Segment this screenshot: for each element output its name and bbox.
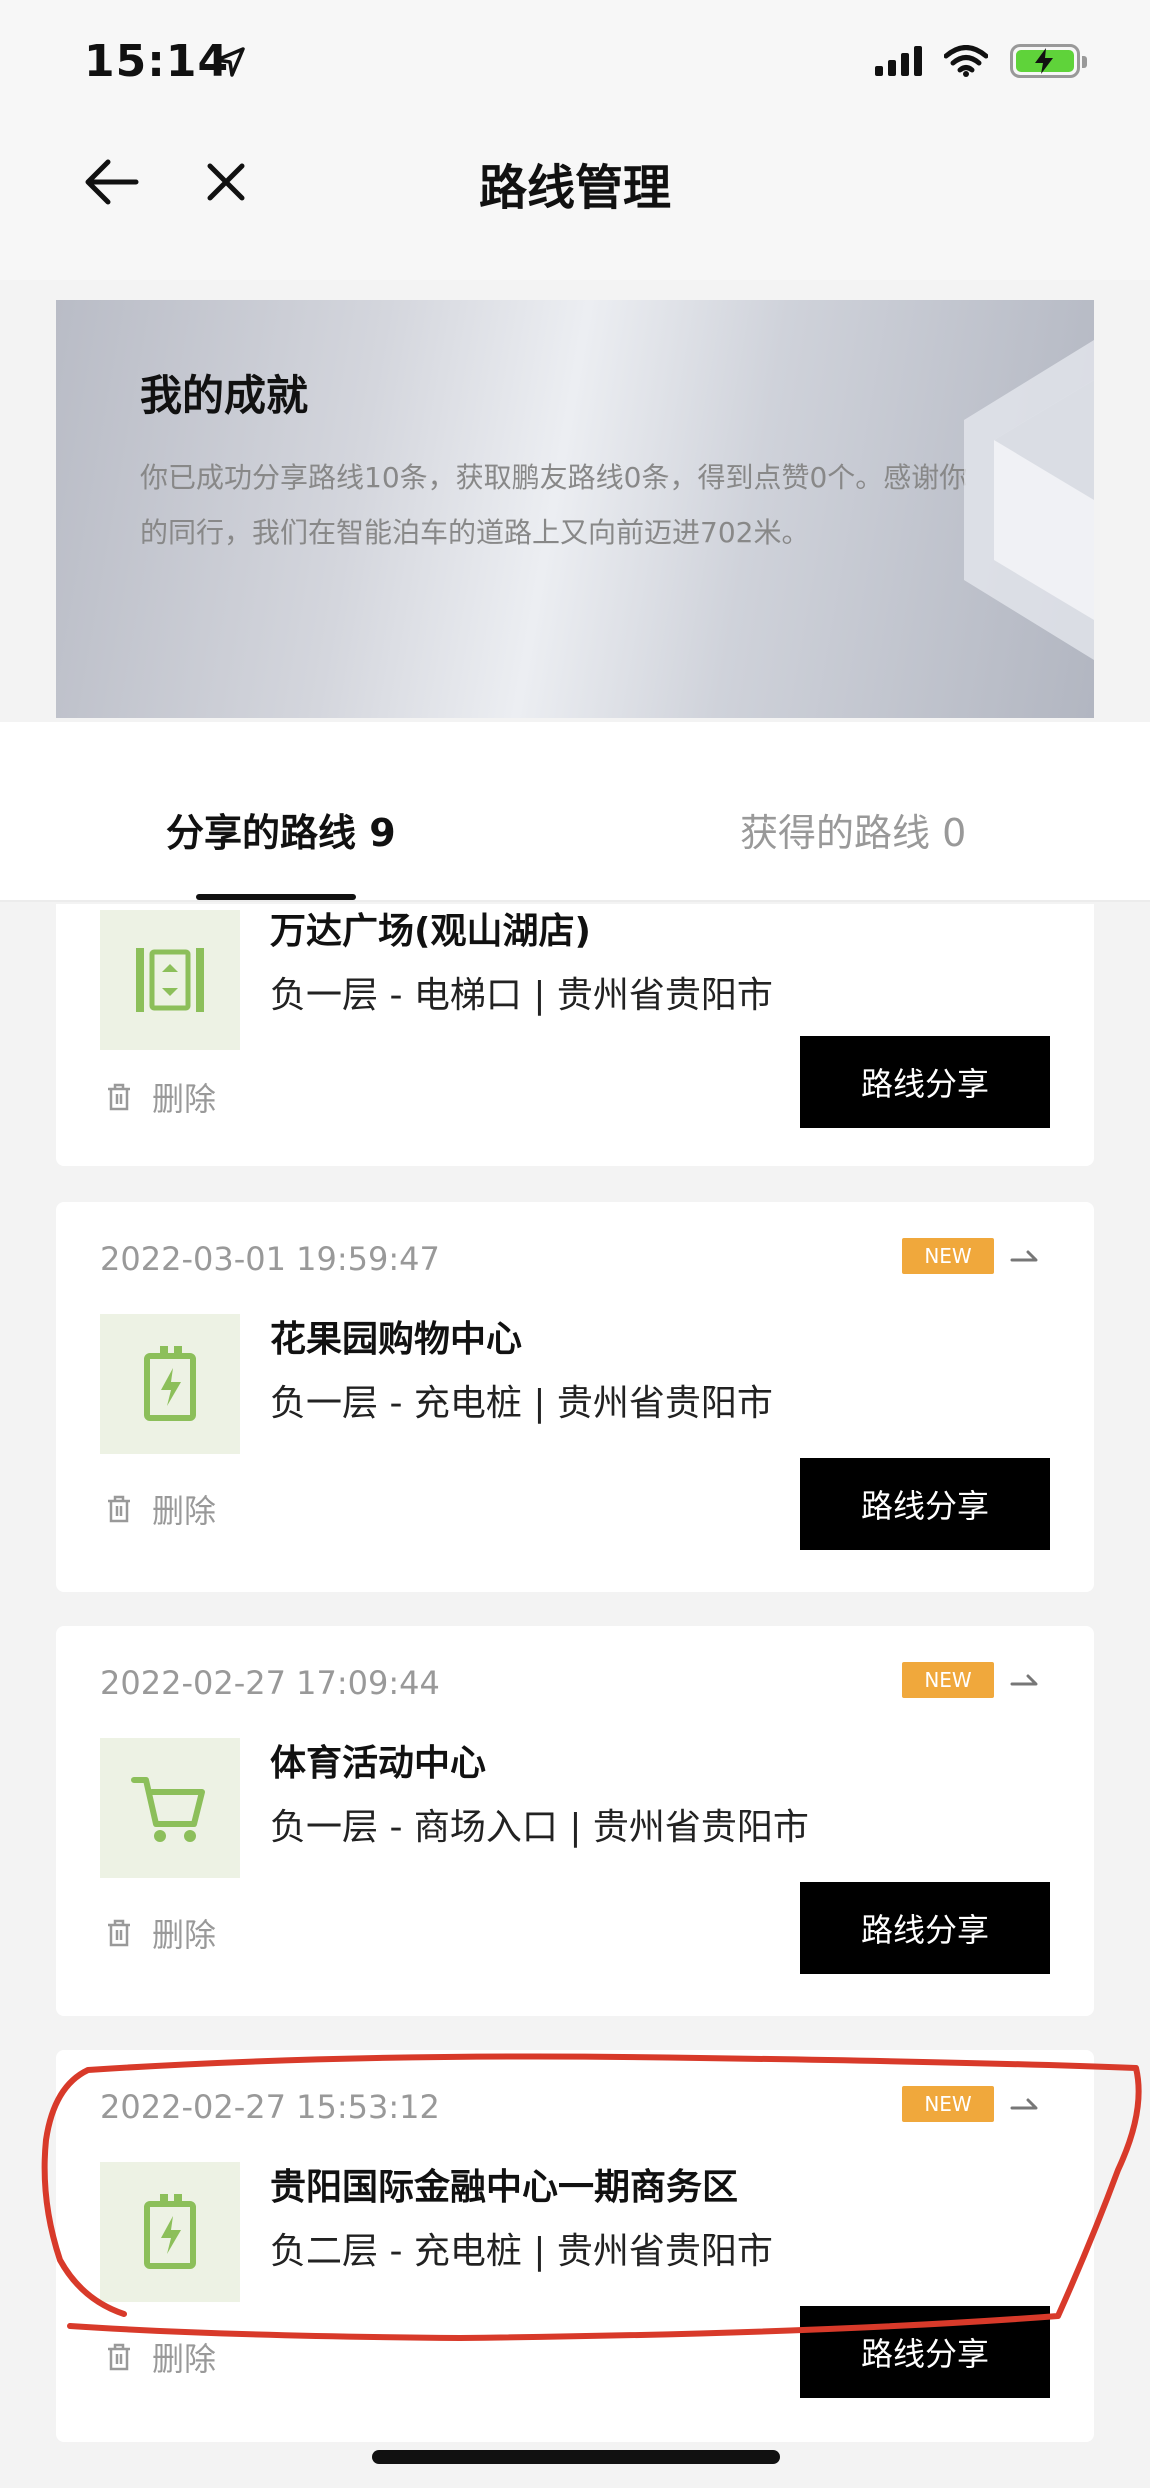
route-date: 2022-02-27 15:53:12 (100, 2088, 440, 2126)
route-card: 2022-02-27 17:09:44 NEW 体育活动中心 负一层 - 商场入… (56, 1626, 1094, 2016)
new-badge: NEW (902, 2086, 994, 2122)
trash-icon (108, 1083, 130, 1111)
cellular-signal-icon (875, 46, 922, 76)
route-thumbnail (100, 910, 240, 1050)
nav-bar: 路线管理 (0, 130, 1150, 280)
route-card: 2022-02-27 15:53:12 NEW 贵阳国际金融中心一期商务区 负二… (56, 2050, 1094, 2442)
home-indicator (372, 2450, 780, 2464)
trash-icon (108, 2343, 130, 2371)
delete-label: 删除 (152, 2340, 217, 2378)
route-detail: 负二层 - 充电桩 | 贵州省贵阳市 (270, 2231, 773, 2272)
status-bar: 15:14 (0, 0, 1150, 130)
cart-icon (131, 1777, 205, 1842)
charging-pile-icon (144, 1346, 196, 1421)
charging-pile-icon (144, 2194, 196, 2269)
route-place-name: 体育活动中心 (270, 1743, 487, 1784)
arrow-right-icon[interactable] (1010, 1246, 1040, 1266)
status-time: 15:14 (84, 36, 230, 87)
arrow-right-icon[interactable] (1010, 1670, 1040, 1690)
route-share-button[interactable]: 路线分享 (800, 1036, 1050, 1128)
battery-icon (1010, 44, 1087, 78)
delete-label: 删除 (152, 1080, 217, 1118)
arrow-right-icon[interactable] (1010, 2094, 1040, 2114)
route-card: 万达广场(观山湖店) 负一层 - 电梯口 | 贵州省贵阳市 删除 路线分享 (56, 904, 1094, 1166)
route-place-name: 万达广场(观山湖店) (270, 911, 591, 952)
route-share-button[interactable]: 路线分享 (800, 1882, 1050, 1974)
hexagon-decoration-icon (964, 340, 1094, 660)
route-share-button[interactable]: 路线分享 (800, 1458, 1050, 1550)
route-thumbnail (100, 2162, 240, 2302)
location-arrow-icon (215, 47, 245, 77)
delete-button[interactable]: 删除 (106, 2334, 216, 2380)
new-badge: NEW (902, 1662, 994, 1698)
delete-label: 删除 (152, 1492, 217, 1530)
achievement-text: 你已成功分享路线10条，获取鹏友路线0条，得到点赞0个。感谢你的同行，我们在智能… (140, 461, 968, 549)
delete-label: 删除 (152, 1916, 217, 1954)
page-title: 路线管理 (478, 160, 671, 216)
achievement-title: 我的成就 (140, 371, 309, 420)
new-badge: NEW (902, 1238, 994, 1274)
active-tab-indicator (196, 894, 356, 900)
trash-icon (108, 1495, 130, 1523)
route-detail: 负一层 - 商场入口 | 贵州省贵阳市 (270, 1807, 809, 1848)
route-date: 2022-03-01 19:59:47 (100, 1240, 440, 1278)
achievement-card: 我的成就 你已成功分享路线10条，获取鹏友路线0条，得到点赞0个。感谢你的同行，… (56, 300, 1094, 718)
route-detail: 负一层 - 充电桩 | 贵州省贵阳市 (270, 1383, 773, 1424)
tab-received-routes[interactable]: 获得的路线 0 (740, 802, 966, 857)
route-date: 2022-02-27 17:09:44 (100, 1664, 440, 1702)
route-place-name: 贵阳国际金融中心一期商务区 (270, 2167, 739, 2208)
delete-button[interactable]: 删除 (106, 1074, 216, 1120)
route-list[interactable]: 万达广场(观山湖店) 负一层 - 电梯口 | 贵州省贵阳市 删除 路线分享 20… (0, 904, 1150, 2488)
route-thumbnail (100, 1738, 240, 1878)
wifi-icon (944, 45, 988, 77)
delete-button[interactable]: 删除 (106, 1486, 216, 1532)
tab-bar: 分享的路线 9 获得的路线 0 (0, 722, 1150, 902)
route-detail: 负一层 - 电梯口 | 贵州省贵阳市 (270, 975, 773, 1016)
tab-shared-routes[interactable]: 分享的路线 9 (166, 802, 396, 857)
elevator-icon (136, 948, 204, 1012)
route-share-button[interactable]: 路线分享 (800, 2306, 1050, 2398)
trash-icon (108, 1919, 130, 1947)
delete-button[interactable]: 删除 (106, 1910, 216, 1956)
route-card: 2022-03-01 19:59:47 NEW 花果园购物中心 负一层 - 充电… (56, 1202, 1094, 1592)
route-thumbnail (100, 1314, 240, 1454)
route-place-name: 花果园购物中心 (270, 1319, 523, 1360)
